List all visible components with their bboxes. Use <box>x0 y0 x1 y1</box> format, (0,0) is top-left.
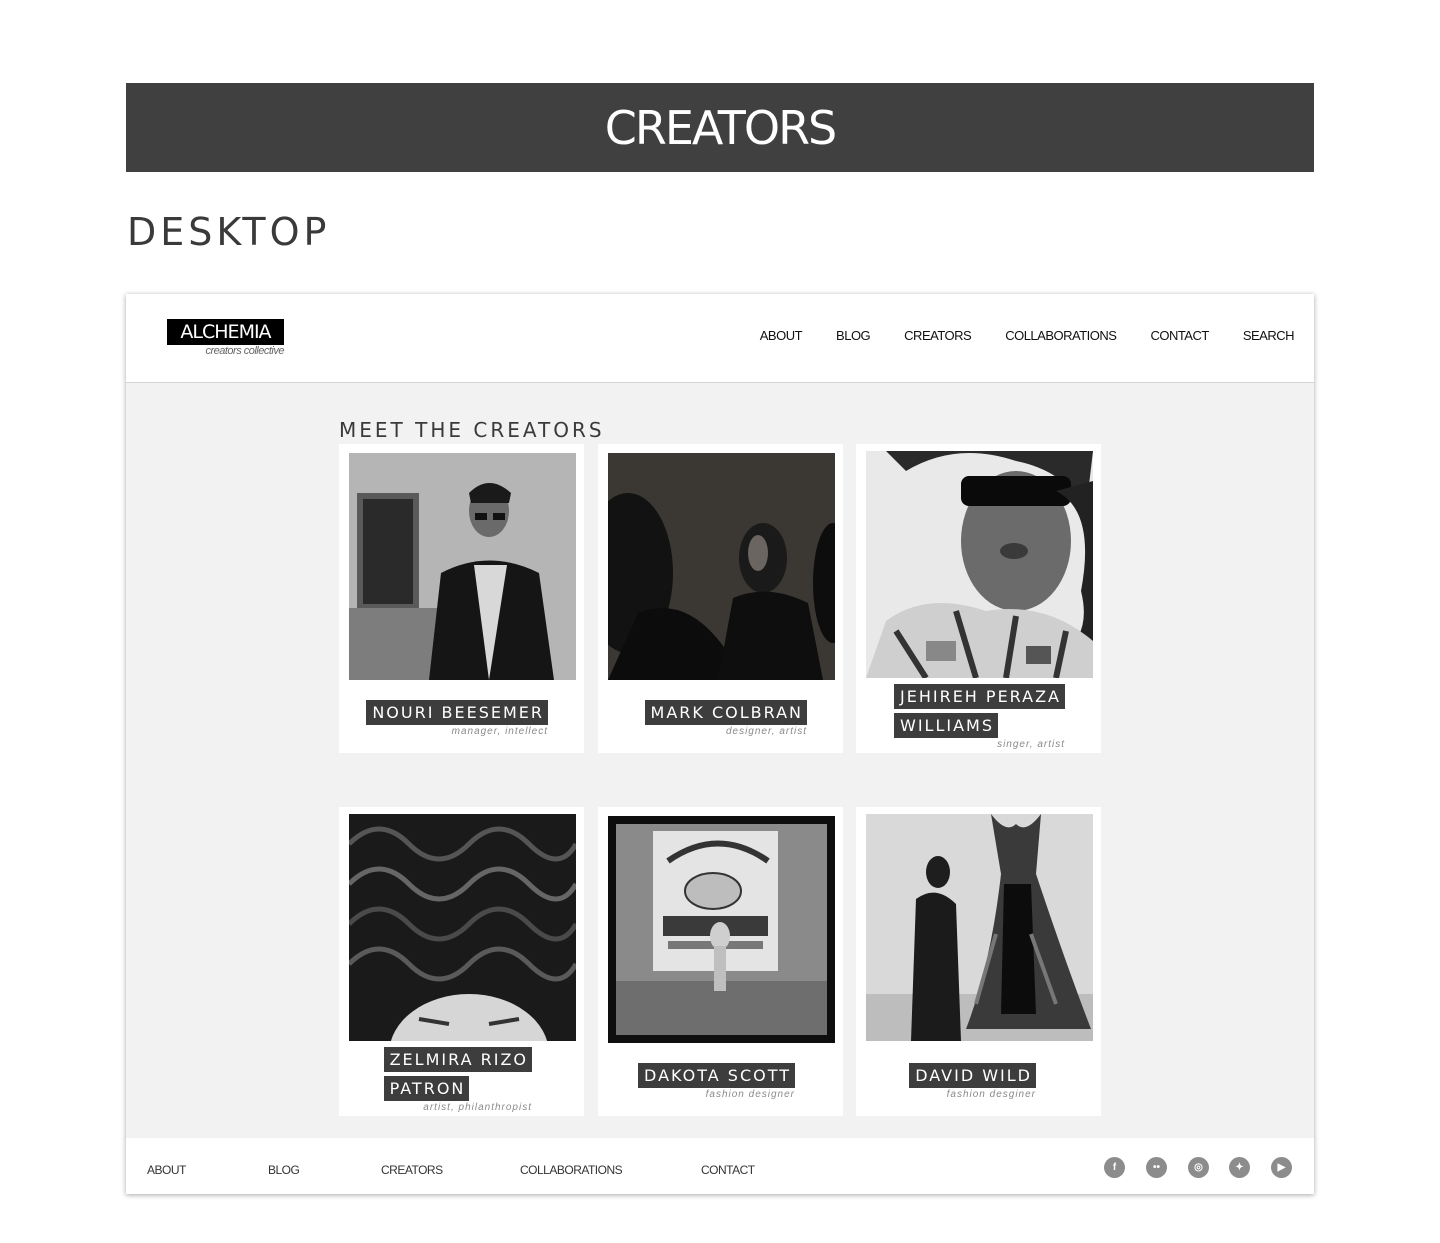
creator-name-line: WILLIAMS <box>894 713 998 738</box>
flickr-icon[interactable]: •• <box>1146 1157 1167 1178</box>
site-footer: ABOUT BLOG CREATORS COLLABORATIONS CONTA… <box>126 1138 1314 1194</box>
creator-name: JEHIREH PERAZA WILLIAMS <box>894 684 1065 738</box>
desktop-mockup-frame: ALCHEMIA creators collective ABOUT BLOG … <box>126 294 1314 1194</box>
youtube-icon[interactable]: ▶ <box>1271 1157 1292 1178</box>
creator-role: fashion designer <box>705 1089 795 1100</box>
footer-contact[interactable]: CONTACT <box>701 1163 755 1177</box>
nav-search[interactable]: SEARCH <box>1243 328 1295 343</box>
section-label: DESKTOP <box>127 210 331 254</box>
nav-creators[interactable]: CREATORS <box>904 328 972 343</box>
creator-name-line: DAVID WILD <box>909 1063 1036 1088</box>
creator-name-line: PATRON <box>383 1076 470 1101</box>
creator-card-dakota-scott[interactable]: DAKOTA SCOTT fashion designer <box>598 807 843 1116</box>
photo-dark-silhouettes[interactable] <box>608 453 835 680</box>
creator-card-zelmira-rizo-patron[interactable]: ZELMIRA RIZO PATRON artist, philanthropi… <box>339 807 584 1116</box>
creator-role: manager, intellect <box>451 726 548 737</box>
twitter-icon[interactable]: ✦ <box>1229 1157 1250 1178</box>
logo-tagline: creators collective <box>205 345 284 357</box>
creator-name-line: JEHIREH PERAZA <box>894 684 1065 709</box>
hero-banner: CREATORS <box>126 83 1314 172</box>
creator-card-nouri-beesemer[interactable]: NOURI BEESEMER manager, intellect <box>339 444 584 753</box>
footer-creators[interactable]: CREATORS <box>381 1163 443 1177</box>
meet-creators-heading: MEET THE CREATORS <box>339 418 605 442</box>
creator-name: DAKOTA SCOTT <box>638 1063 795 1088</box>
creator-role: fashion desginer <box>946 1089 1036 1100</box>
nav-about[interactable]: ABOUT <box>760 328 803 343</box>
photo-key-lime-pie-mural[interactable] <box>608 816 835 1043</box>
creator-name-line: NOURI BEESEMER <box>366 700 548 725</box>
creator-name-line: DAKOTA SCOTT <box>638 1063 795 1088</box>
photo-woman-sunglasses[interactable] <box>866 451 1093 678</box>
creator-name: NOURI BEESEMER <box>366 700 548 725</box>
photo-man-with-dress[interactable] <box>866 814 1093 1041</box>
nav-collaborations[interactable]: COLLABORATIONS <box>1005 328 1117 343</box>
creator-card-jehireh-peraza-williams[interactable]: JEHIREH PERAZA WILLIAMS singer, artist <box>856 444 1101 753</box>
site-header: ALCHEMIA creators collective ABOUT BLOG … <box>126 294 1314 383</box>
instagram-icon[interactable]: ◎ <box>1188 1157 1209 1178</box>
nav-contact[interactable]: CONTACT <box>1150 328 1209 343</box>
creator-name: DAVID WILD <box>909 1063 1036 1088</box>
creator-name: ZELMIRA RIZO PATRON <box>383 1047 532 1101</box>
photo-man-leather-jacket[interactable] <box>349 453 576 680</box>
hero-title: CREATORS <box>604 100 838 155</box>
creator-name: MARK COLBRAN <box>644 700 807 725</box>
creator-card-david-wild[interactable]: DAVID WILD fashion desginer <box>856 807 1101 1116</box>
creator-name-line: ZELMIRA RIZO <box>383 1047 532 1072</box>
facebook-icon[interactable]: f <box>1104 1157 1125 1178</box>
footer-collaborations[interactable]: COLLABORATIONS <box>520 1163 623 1177</box>
site-logo[interactable]: ALCHEMIA <box>167 319 284 345</box>
creator-role: singer, artist <box>997 739 1065 750</box>
footer-blog[interactable]: BLOG <box>268 1163 300 1177</box>
creator-role: designer, artist <box>725 726 807 737</box>
photo-curly-hair[interactable] <box>349 814 576 1041</box>
main-nav: ABOUT BLOG CREATORS COLLABORATIONS CONTA… <box>760 328 1295 343</box>
creator-role: artist, philanthropist <box>423 1102 532 1113</box>
nav-blog[interactable]: BLOG <box>836 328 871 343</box>
creator-card-mark-colbran[interactable]: MARK COLBRAN designer, artist <box>598 444 843 753</box>
creator-name-line: MARK COLBRAN <box>644 700 807 725</box>
footer-about[interactable]: ABOUT <box>147 1163 186 1177</box>
